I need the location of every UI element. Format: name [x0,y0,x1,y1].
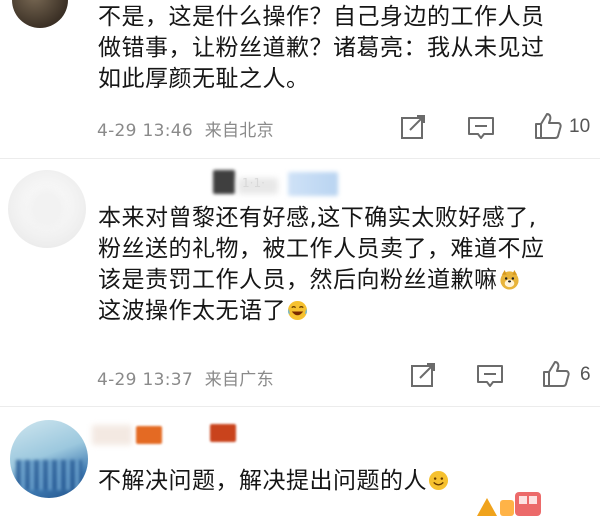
avatar[interactable] [10,420,88,498]
comment-text: 本来对曾黎还有好感,这下确实太败好感了, 粉丝送的礼物，被工作人员卖了，难道不应… [98,203,593,327]
comment-time: 4-29 13:37 [97,370,193,390]
like-count: 6 [580,364,591,385]
comment-line: 不是，这是什么操作？自己身边的工作人员 [98,4,545,30]
share-icon[interactable] [408,360,438,390]
thumbs-up-icon[interactable] [533,111,563,141]
laugh-cry-emoji-icon [287,300,308,321]
comment-text: 不是，这是什么操作？自己身边的工作人员 做错事，让粉丝道歉？诸葛亮：我从未见过 … [98,2,593,95]
comment-meta: 4-29 13:46 来自北京 [97,116,274,141]
comment-icon[interactable] [466,113,496,143]
comment-line: 粉丝送的礼物，被工作人员卖了，难道不应 [98,236,545,262]
share-icon[interactable] [398,112,428,142]
comment-line: 该是责罚工作人员，然后向粉丝道歉嘛 [98,265,593,296]
comment-time: 4-29 13:46 [97,121,193,141]
comment-location: 来自北京 [204,121,274,141]
comment-icon[interactable] [475,361,505,391]
thumbs-up-icon[interactable] [541,359,571,389]
comment-line: 如此厚颜无耻之人。 [98,66,310,92]
like-count: 10 [569,116,591,137]
smile-emoji-icon [428,470,449,491]
sticker-icon [477,492,541,516]
username-fragment: 1·1· [242,176,265,190]
avatar[interactable] [12,0,68,28]
comment-line: 本来对曾黎还有好感,这下确实太败好感了, [98,205,537,231]
comment-location: 来自广东 [204,370,274,390]
comment-line: 做错事，让粉丝道歉？诸葛亮：我从未见过 [98,35,545,61]
divider [0,406,600,407]
doge-emoji-icon [499,269,519,290]
comment-line: 这波操作太无语了 [98,296,593,327]
avatar[interactable] [8,170,86,248]
divider [0,158,600,159]
comment-meta: 4-29 13:37 来自广东 [97,365,274,390]
